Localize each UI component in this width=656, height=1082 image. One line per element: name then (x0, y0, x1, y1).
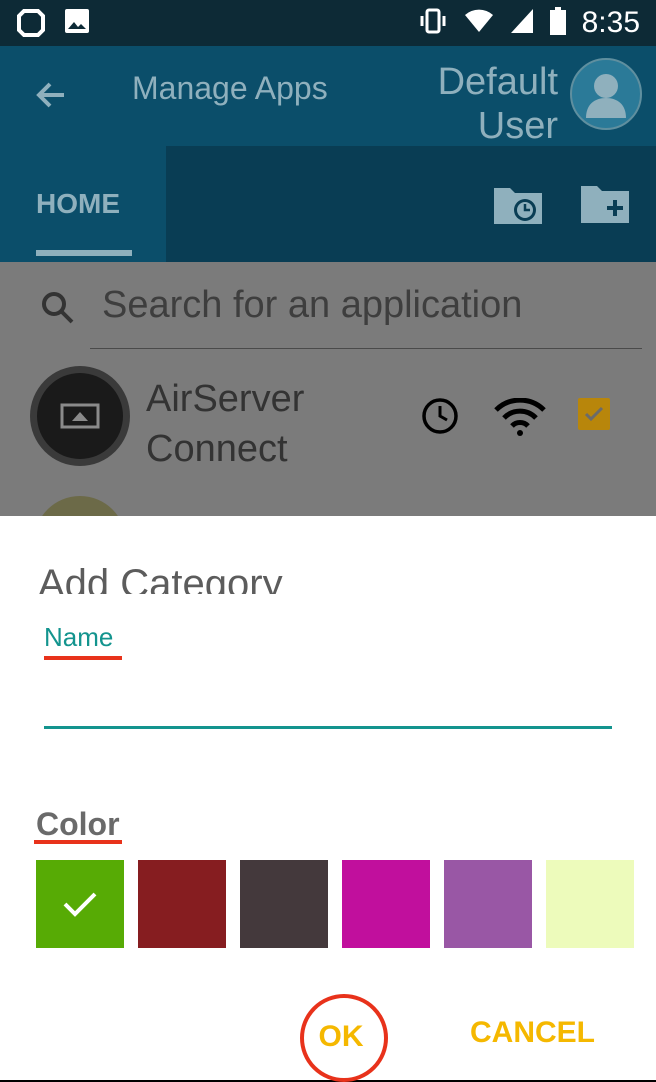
wifi-status-icon (464, 8, 494, 38)
tab-home-label: HOME (36, 188, 120, 219)
app-list: Search for an application AirServer Conn… (0, 262, 656, 588)
tab-indicator (36, 250, 132, 256)
back-arrow-icon[interactable] (34, 78, 68, 116)
folder-add-icon[interactable] (580, 184, 630, 228)
search-divider (90, 348, 642, 349)
tab-bar: HOME (0, 146, 656, 262)
annotation-underline (44, 656, 122, 660)
clock-icon[interactable] (420, 396, 460, 440)
color-swatches (36, 860, 656, 948)
app-icon-airserver (30, 366, 130, 466)
status-bar: 8:35 (0, 0, 656, 46)
avatar[interactable] (570, 58, 642, 130)
wifi-icon[interactable] (492, 397, 548, 442)
dialog-title: Add Category (38, 562, 283, 594)
battery-icon (549, 7, 566, 39)
color-swatch-light-yellow[interactable] (546, 860, 634, 948)
color-swatch-dark-red[interactable] (138, 860, 226, 948)
search-icon (40, 290, 76, 330)
vibrate-icon (418, 6, 448, 40)
color-swatch-magenta[interactable] (342, 860, 430, 948)
folder-clock-icon[interactable] (492, 182, 544, 230)
cancel-button[interactable]: CANCEL (470, 1016, 595, 1050)
color-swatch-green[interactable] (36, 860, 124, 948)
page-title: Manage Apps (132, 70, 328, 106)
color-swatch-purple[interactable] (444, 860, 532, 948)
color-swatch-dark-gray[interactable] (240, 860, 328, 948)
annotation-underline (34, 840, 122, 844)
signal-icon (510, 8, 534, 38)
status-app-icon (16, 8, 46, 42)
add-category-dialog: Add Category Name Color OK CANCEL (0, 516, 656, 1082)
checkmark-icon (63, 892, 97, 917)
app-bar: Manage Apps Default User (0, 46, 656, 146)
tab-home[interactable]: HOME (0, 146, 166, 262)
ok-button[interactable]: OK (304, 1000, 378, 1074)
search-input[interactable]: Search for an application (102, 284, 522, 327)
name-field[interactable] (44, 686, 612, 729)
name-label: Name (44, 622, 114, 652)
status-time: 8:35 (581, 6, 640, 39)
image-icon (64, 8, 90, 42)
app-checkbox[interactable] (578, 398, 610, 430)
app-name: AirServer Connect (146, 378, 305, 470)
color-label: Color (36, 806, 120, 842)
user-name: Default User (437, 61, 558, 140)
